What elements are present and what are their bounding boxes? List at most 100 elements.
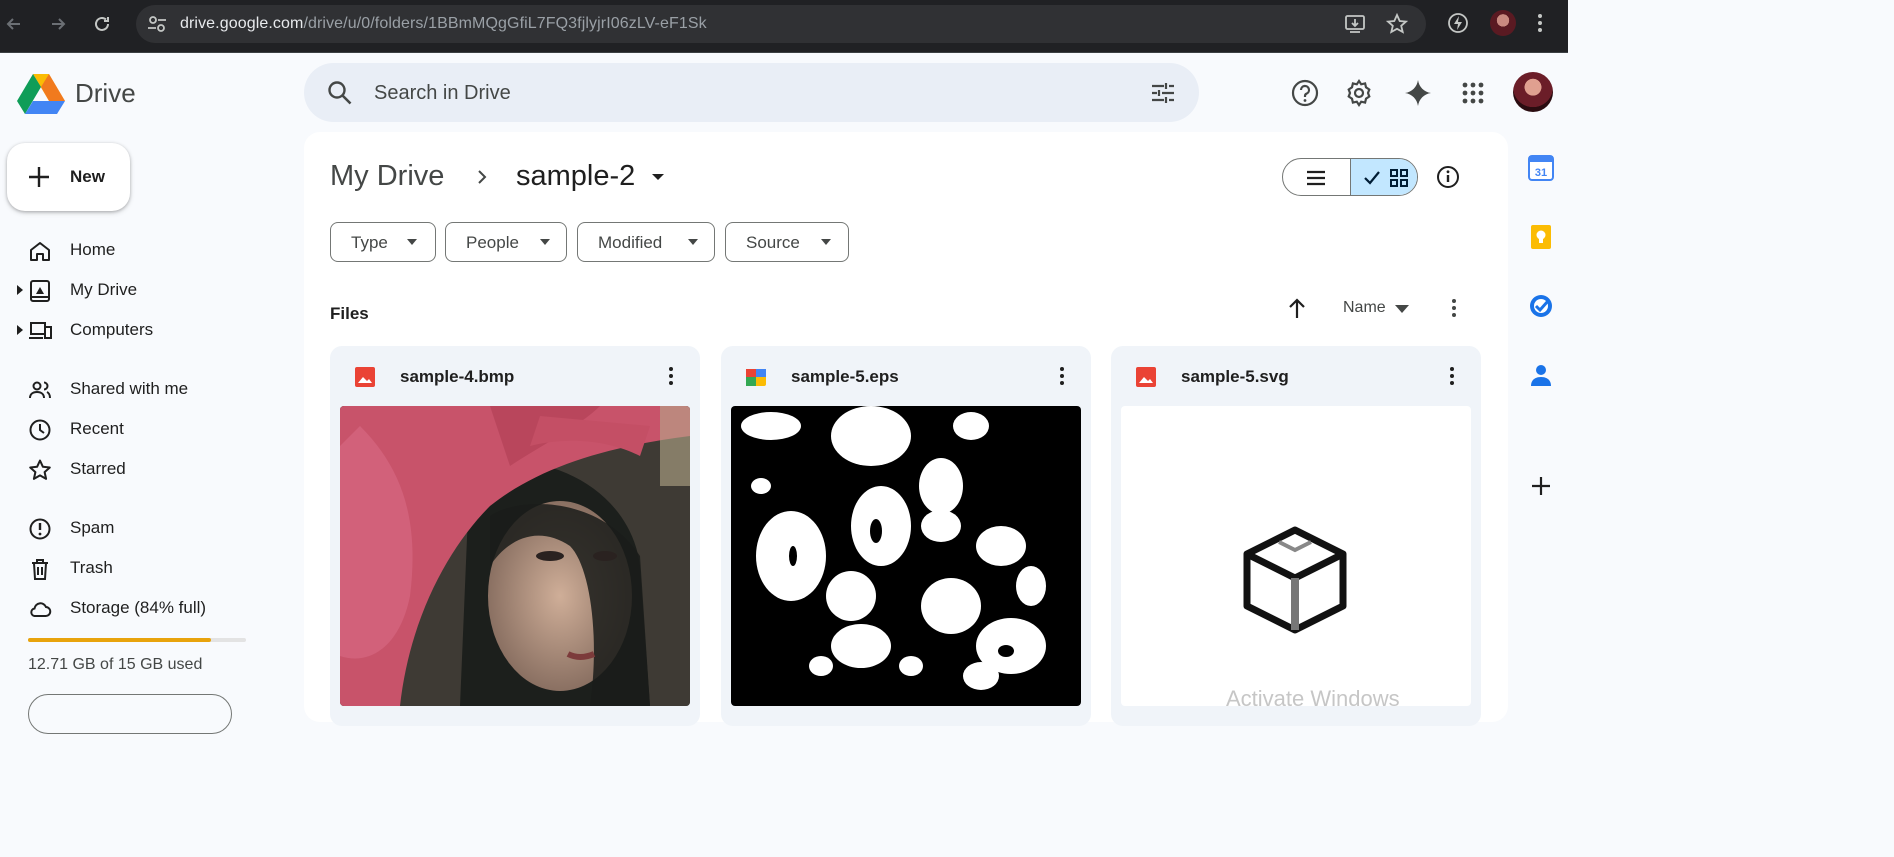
sidebar-item-shared[interactable]: Shared with me [0, 371, 290, 407]
computers-icon [29, 322, 52, 339]
image-file-icon [355, 367, 375, 387]
filter-chip-label: People [466, 233, 519, 252]
sidebar-item-label: Computers [70, 320, 154, 339]
browser-menu-icon[interactable] [1528, 11, 1552, 35]
cube-icon [1243, 526, 1347, 634]
filter-chip-label: Type [351, 233, 388, 252]
app-name: Drive [75, 78, 136, 108]
sidebar-item-recent[interactable]: Recent [0, 411, 290, 447]
storage-progress-fill [28, 638, 212, 642]
sidebar-item-my-drive[interactable]: My Drive [0, 272, 290, 308]
file-name: sample-5.svg [1181, 367, 1289, 386]
sidebar-item-spam[interactable]: Spam [0, 510, 290, 546]
chevron-down-icon [688, 239, 698, 245]
expand-caret-icon[interactable] [16, 285, 24, 295]
drive-logo-icon[interactable] [17, 72, 65, 114]
svg-text:31: 31 [1535, 167, 1547, 179]
file-name: sample-4.bmp [400, 367, 515, 386]
folder-menu-dropdown-icon[interactable] [651, 172, 665, 182]
filter-type-chip[interactable]: Type [330, 222, 436, 262]
sidebar-item-label: My Drive [70, 280, 138, 299]
home-icon [30, 242, 50, 261]
tasks-app-icon[interactable] [1528, 293, 1554, 319]
sidebar-item-label: Storage (84% full) [70, 598, 207, 617]
filter-modified-chip[interactable]: Modified [577, 222, 715, 262]
gemini-sparkle-icon[interactable] [1403, 78, 1433, 108]
expand-caret-icon[interactable] [16, 325, 24, 335]
grid-view-button[interactable] [1350, 159, 1417, 195]
check-icon [1364, 171, 1380, 185]
grid-view-icon [1390, 169, 1408, 187]
contacts-app-icon[interactable] [1528, 362, 1554, 388]
install-app-icon[interactable] [1344, 13, 1366, 35]
new-button[interactable]: New [7, 143, 130, 211]
spam-icon [29, 518, 51, 540]
settings-gear-icon[interactable] [1344, 78, 1374, 108]
sidebar-item-computers[interactable]: Computers [0, 312, 290, 348]
sort-direction-arrow-up-icon[interactable] [1286, 296, 1308, 320]
sidebar-item-starred[interactable]: Starred [0, 451, 290, 487]
url-host: drive.google.com [180, 15, 304, 32]
plus-icon [29, 167, 49, 187]
filter-source-chip[interactable]: Source [725, 222, 849, 262]
bookmark-star-icon[interactable] [1386, 13, 1408, 35]
back-icon[interactable] [0, 10, 28, 38]
sort-by-button[interactable]: Name [1343, 299, 1386, 317]
browser-profile-avatar[interactable] [1490, 10, 1516, 36]
account-avatar[interactable] [1513, 72, 1553, 112]
calendar-app-icon[interactable]: 31 [1528, 155, 1554, 181]
sidebar-item-home[interactable]: Home [0, 232, 290, 268]
search-icon[interactable] [326, 79, 354, 107]
star-icon [29, 459, 51, 480]
filter-chip-label: Source [746, 233, 800, 252]
filter-chip-label: Modified [598, 233, 663, 252]
more-vert-icon[interactable] [662, 364, 680, 388]
sidebar-item-label: Spam [70, 518, 115, 537]
get-more-storage-button[interactable] [28, 694, 232, 734]
file-name: sample-5.eps [791, 367, 899, 386]
file-card[interactable]: sample-5.svg [1111, 346, 1481, 726]
list-view-button[interactable] [1283, 159, 1350, 195]
more-vert-icon[interactable] [1443, 364, 1461, 388]
add-addon-plus-icon[interactable] [1528, 473, 1554, 499]
breadcrumb-current[interactable]: sample-2 [516, 160, 635, 193]
performance-icon[interactable] [1446, 11, 1470, 35]
url-path: /drive/u/0/folders/1BBmMQgGfiL7FQ3fjlyjr… [303, 15, 707, 32]
file-thumbnail[interactable] [731, 406, 1081, 706]
my-drive-icon [30, 280, 50, 302]
view-toggle [1282, 158, 1418, 196]
sidebar-item-storage[interactable]: Storage (84% full) [0, 590, 290, 626]
search-bar[interactable]: Search in Drive [304, 63, 1199, 122]
sidebar-item-label: Recent [70, 419, 124, 438]
cloud-icon [30, 602, 52, 617]
search-input[interactable]: Search in Drive [374, 82, 511, 105]
more-vert-icon[interactable] [1444, 296, 1464, 320]
sidebar-item-trash[interactable]: Trash [0, 550, 290, 586]
sidebar-item-label: Shared with me [70, 379, 189, 398]
storage-progress-bar [28, 638, 246, 642]
browser-toolbar: drive.google.com/drive/u/0/folders/1BBmM… [0, 0, 1568, 53]
chevron-down-icon [821, 239, 831, 245]
chevron-right-icon [478, 170, 487, 184]
filter-people-chip[interactable]: People [445, 222, 567, 262]
apps-grid-icon[interactable] [1458, 78, 1488, 108]
file-card[interactable]: sample-4.bmp [330, 346, 700, 726]
files-section-heading: Files [330, 304, 369, 323]
bw-splatter-thumbnail [731, 406, 1081, 706]
search-options-icon[interactable] [1149, 79, 1177, 107]
more-vert-icon[interactable] [1053, 364, 1071, 388]
chevron-down-icon [540, 239, 550, 245]
forward-icon[interactable] [44, 10, 72, 38]
address-bar[interactable]: drive.google.com/drive/u/0/folders/1BBmM… [136, 5, 1426, 43]
info-icon[interactable] [1436, 165, 1460, 189]
breadcrumb-root[interactable]: My Drive [330, 160, 444, 193]
reload-icon[interactable] [88, 10, 116, 38]
keep-app-icon[interactable] [1528, 224, 1554, 250]
file-thumbnail[interactable] [1121, 406, 1471, 706]
new-button-label: New [70, 167, 105, 186]
file-thumbnail[interactable] [340, 406, 690, 706]
file-card[interactable]: sample-5.eps [721, 346, 1091, 726]
chevron-down-icon[interactable] [1395, 305, 1409, 313]
help-icon[interactable] [1290, 78, 1320, 108]
site-info-icon[interactable] [146, 13, 168, 35]
